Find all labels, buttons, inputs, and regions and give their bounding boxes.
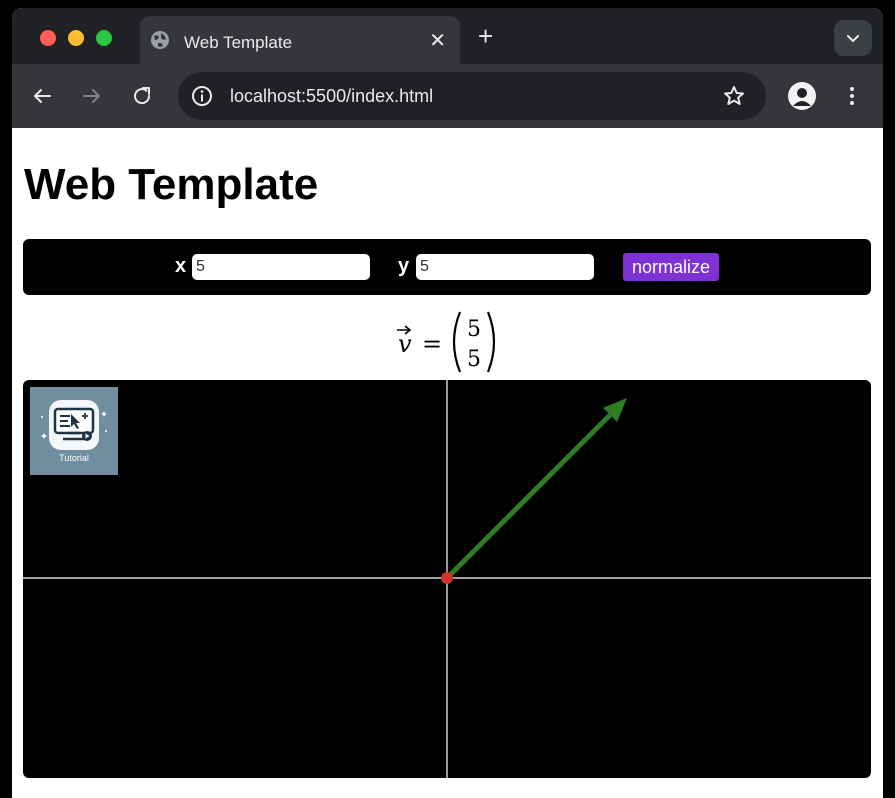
reload-icon[interactable]: [130, 84, 154, 108]
vector-canvas[interactable]: Tutorial: [23, 380, 871, 778]
tab-search-button[interactable]: [834, 20, 872, 56]
left-paren: [452, 311, 462, 373]
close-window-button[interactable]: [40, 30, 56, 46]
page-title: Web Template: [24, 160, 319, 209]
y-label: y: [398, 255, 410, 277]
url-text: localhost:5500/index.html: [230, 86, 434, 106]
vector-formula: v = 5 5: [397, 311, 496, 373]
y-input[interactable]: [416, 254, 594, 280]
tutorial-label: Tutorial: [59, 453, 89, 463]
forward-arrow-icon[interactable]: [80, 84, 104, 108]
person-glyph: [793, 88, 811, 106]
globe-icon: [151, 31, 169, 49]
title-bar: Web Template ✕ +: [12, 8, 883, 64]
vector-arrow: [445, 413, 612, 580]
right-paren: [486, 311, 496, 373]
maximize-window-button[interactable]: [96, 30, 112, 46]
minimize-window-button[interactable]: [68, 30, 84, 46]
tutorial-button[interactable]: Tutorial: [30, 387, 118, 475]
origin-point[interactable]: [441, 572, 453, 584]
profile-icon[interactable]: [788, 82, 816, 110]
plus-icon[interactable]: +: [478, 22, 493, 50]
x-input[interactable]: [192, 254, 370, 280]
equals-sign: =: [422, 330, 442, 358]
vector-x-component: 5: [467, 317, 481, 342]
tab-title: Web Template: [184, 33, 293, 52]
browser-tab[interactable]: Web Template ✕: [140, 16, 460, 64]
normalize-button[interactable]: normalize: [623, 253, 719, 281]
close-icon[interactable]: ✕: [429, 28, 446, 53]
more-vertical-icon[interactable]: [840, 84, 864, 108]
back-arrow-icon[interactable]: [30, 84, 54, 108]
info-icon[interactable]: [190, 84, 214, 108]
vector-plot[interactable]: [23, 380, 871, 778]
star-icon[interactable]: [722, 84, 746, 108]
x-label: x: [175, 255, 187, 277]
address-bar[interactable]: localhost:5500/index.html: [178, 72, 766, 120]
browser-toolbar: localhost:5500/index.html: [12, 64, 883, 128]
page-content: Web Template x y normalize v = 5 5: [12, 128, 883, 798]
control-bar: x y normalize: [23, 239, 871, 295]
vector-y-component: 5: [467, 347, 481, 372]
browser-window: Web Template ✕ + localhost:5500/index.ht…: [12, 8, 883, 798]
vector-name: v: [398, 330, 412, 358]
chevron-down-icon: [847, 35, 859, 42]
